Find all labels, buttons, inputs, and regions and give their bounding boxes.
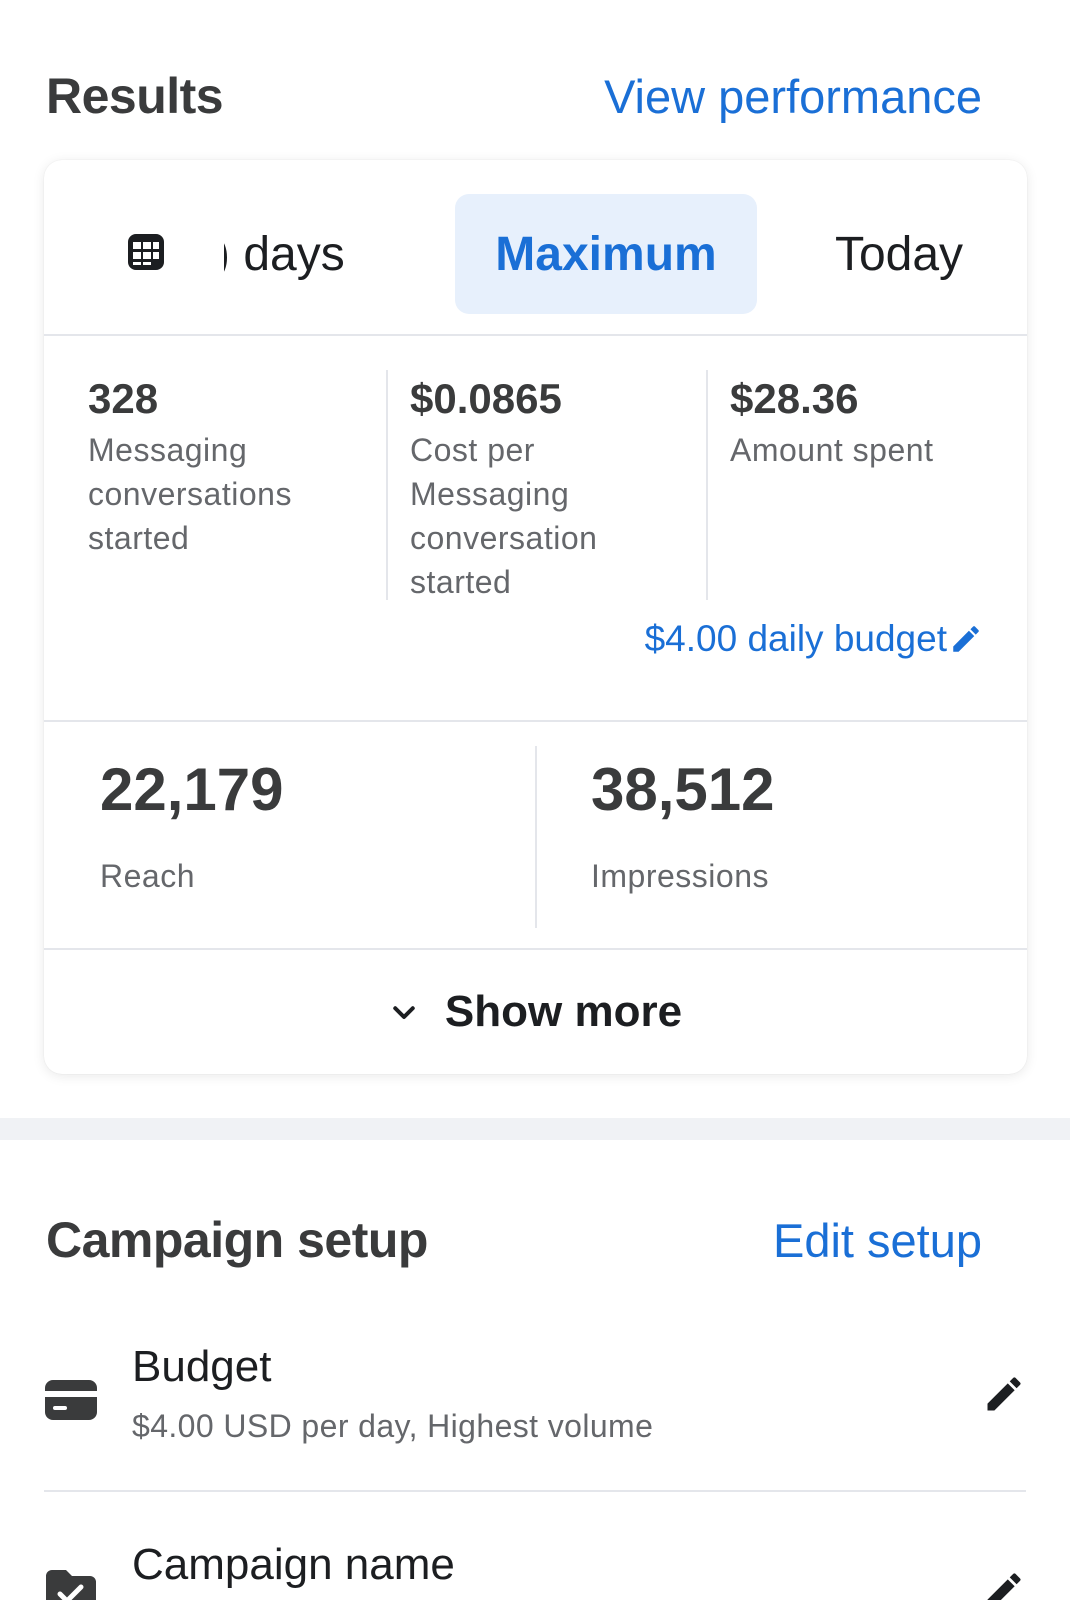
credit-card-icon <box>45 1380 97 1420</box>
campaign-name-title: Campaign name <box>132 1540 455 1589</box>
show-more-button[interactable]: Show more <box>44 950 1027 1074</box>
metric-label: Cost per Messaging conversation started <box>410 432 598 600</box>
impressions-label: Impressions <box>591 858 769 894</box>
metric-cost-per-conversation: $0.0865 Cost per Messaging conversation … <box>386 370 706 600</box>
tab-today[interactable]: Today <box>794 194 1004 314</box>
campaign-setup-header: Campaign setup Edit setup <box>46 1208 982 1272</box>
metric-amount-spent: $28.36 Amount spent <box>706 370 1006 600</box>
metric-conversations: 328 Messaging conversations started <box>44 370 386 600</box>
reach-label: Reach <box>100 858 195 894</box>
tab-days-label: ) days <box>224 227 345 281</box>
pencil-icon[interactable] <box>982 1372 1026 1416</box>
pencil-icon <box>953 626 979 652</box>
daily-budget-link[interactable]: $4.00 daily budget <box>645 618 983 660</box>
edit-setup-link[interactable]: Edit setup <box>773 1213 982 1268</box>
metric-label: Amount spent <box>730 432 934 468</box>
chevron-down-icon <box>393 1006 415 1019</box>
budget-subtitle: $4.00 USD per day, Highest volume <box>132 1408 654 1444</box>
pencil-icon[interactable] <box>982 1568 1026 1600</box>
campaign-name-row[interactable]: Campaign name <box>44 1494 1026 1600</box>
impressions-value: 38,512 <box>591 756 775 823</box>
metric-value: $28.36 <box>730 375 859 422</box>
budget-row[interactable]: Budget $4.00 USD per day, Highest volume <box>44 1316 1026 1492</box>
tab-maximum[interactable]: Maximum <box>455 194 757 314</box>
impressions-metric: 38,512 Impressions <box>535 746 1027 928</box>
folder-check-icon <box>46 1570 96 1600</box>
metric-value: 328 <box>88 375 159 422</box>
metric-value: $0.0865 <box>410 375 562 422</box>
metrics-row: 328 Messaging conversations started $0.0… <box>44 336 1027 722</box>
reach-metric: 22,179 Reach <box>44 746 535 928</box>
results-header: Results View performance <box>46 64 982 128</box>
results-card: ) days Maximum Today 328 Messaging conve… <box>44 160 1027 1074</box>
calendar-icon[interactable] <box>126 232 166 272</box>
daily-budget-label: $4.00 daily budget <box>644 618 947 659</box>
reach-impressions-row: 22,179 Reach 38,512 Impressions <box>44 722 1027 950</box>
reach-value: 22,179 <box>100 756 284 823</box>
budget-title: Budget <box>132 1342 272 1391</box>
show-more-label: Show more <box>444 987 683 1036</box>
section-divider <box>0 1118 1070 1140</box>
campaign-setup-title: Campaign setup <box>46 1212 428 1268</box>
tab-days[interactable]: ) days <box>224 194 424 314</box>
results-title: Results <box>46 68 224 124</box>
view-performance-link[interactable]: View performance <box>604 69 982 124</box>
date-range-tabs: ) days Maximum Today <box>44 160 1027 336</box>
metric-label: Messaging conversations started <box>88 432 292 556</box>
